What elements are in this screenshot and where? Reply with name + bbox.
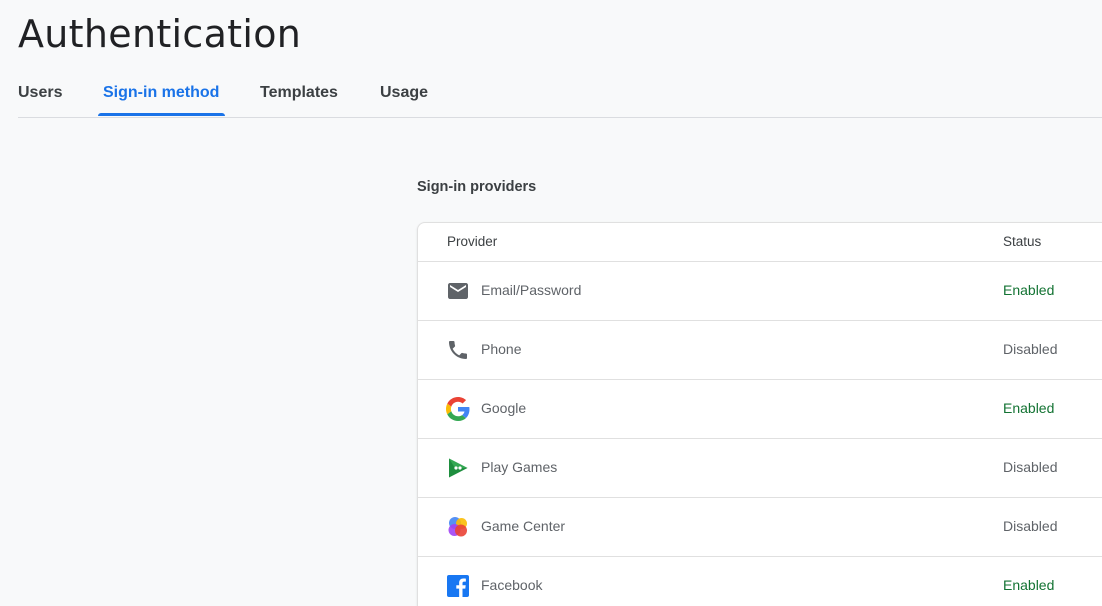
google-icon bbox=[446, 397, 470, 421]
mail-icon bbox=[446, 279, 470, 303]
table-header: Provider Status bbox=[418, 223, 1102, 262]
page-title: Authentication bbox=[18, 12, 302, 56]
provider-row-email-password[interactable]: Email/Password Enabled bbox=[418, 262, 1102, 321]
tab-usage[interactable]: Usage bbox=[380, 84, 428, 102]
provider-status: Enabled bbox=[1003, 577, 1055, 593]
provider-name: Facebook bbox=[481, 577, 543, 593]
status-column-header: Status bbox=[1003, 234, 1042, 249]
game-center-icon bbox=[446, 515, 470, 539]
provider-name: Google bbox=[481, 400, 527, 416]
facebook-icon bbox=[446, 574, 470, 598]
tab-sign-in-method[interactable]: Sign-in method bbox=[103, 84, 219, 102]
play-games-icon bbox=[446, 456, 470, 480]
provider-name: Play Games bbox=[481, 459, 558, 475]
phone-icon bbox=[446, 338, 470, 362]
provider-column-header: Provider bbox=[447, 234, 498, 249]
tab-bar: Users Sign-in method Templates Usage bbox=[18, 70, 1102, 118]
provider-name: Phone bbox=[481, 341, 522, 357]
provider-row-game-center[interactable]: Game Center Disabled bbox=[418, 498, 1102, 557]
provider-status: Enabled bbox=[1003, 282, 1055, 298]
authentication-page: Authentication Users Sign-in method Temp… bbox=[0, 0, 1102, 606]
tab-templates[interactable]: Templates bbox=[260, 84, 338, 102]
provider-name: Email/Password bbox=[481, 282, 582, 298]
sign-in-providers-heading: Sign-in providers bbox=[417, 179, 537, 195]
provider-row-facebook[interactable]: Facebook Enabled bbox=[418, 557, 1102, 606]
provider-status: Disabled bbox=[1003, 518, 1058, 534]
provider-status: Disabled bbox=[1003, 459, 1058, 475]
providers-table: Provider Status Email/Password Enabled P… bbox=[417, 222, 1102, 606]
tab-users[interactable]: Users bbox=[18, 84, 62, 102]
provider-name: Game Center bbox=[481, 518, 566, 534]
provider-status: Disabled bbox=[1003, 341, 1058, 357]
provider-status: Enabled bbox=[1003, 400, 1055, 416]
provider-row-play-games[interactable]: Play Games Disabled bbox=[418, 439, 1102, 498]
provider-row-phone[interactable]: Phone Disabled bbox=[418, 321, 1102, 380]
provider-row-google[interactable]: Google Enabled bbox=[418, 380, 1102, 439]
active-tab-indicator bbox=[98, 113, 225, 116]
